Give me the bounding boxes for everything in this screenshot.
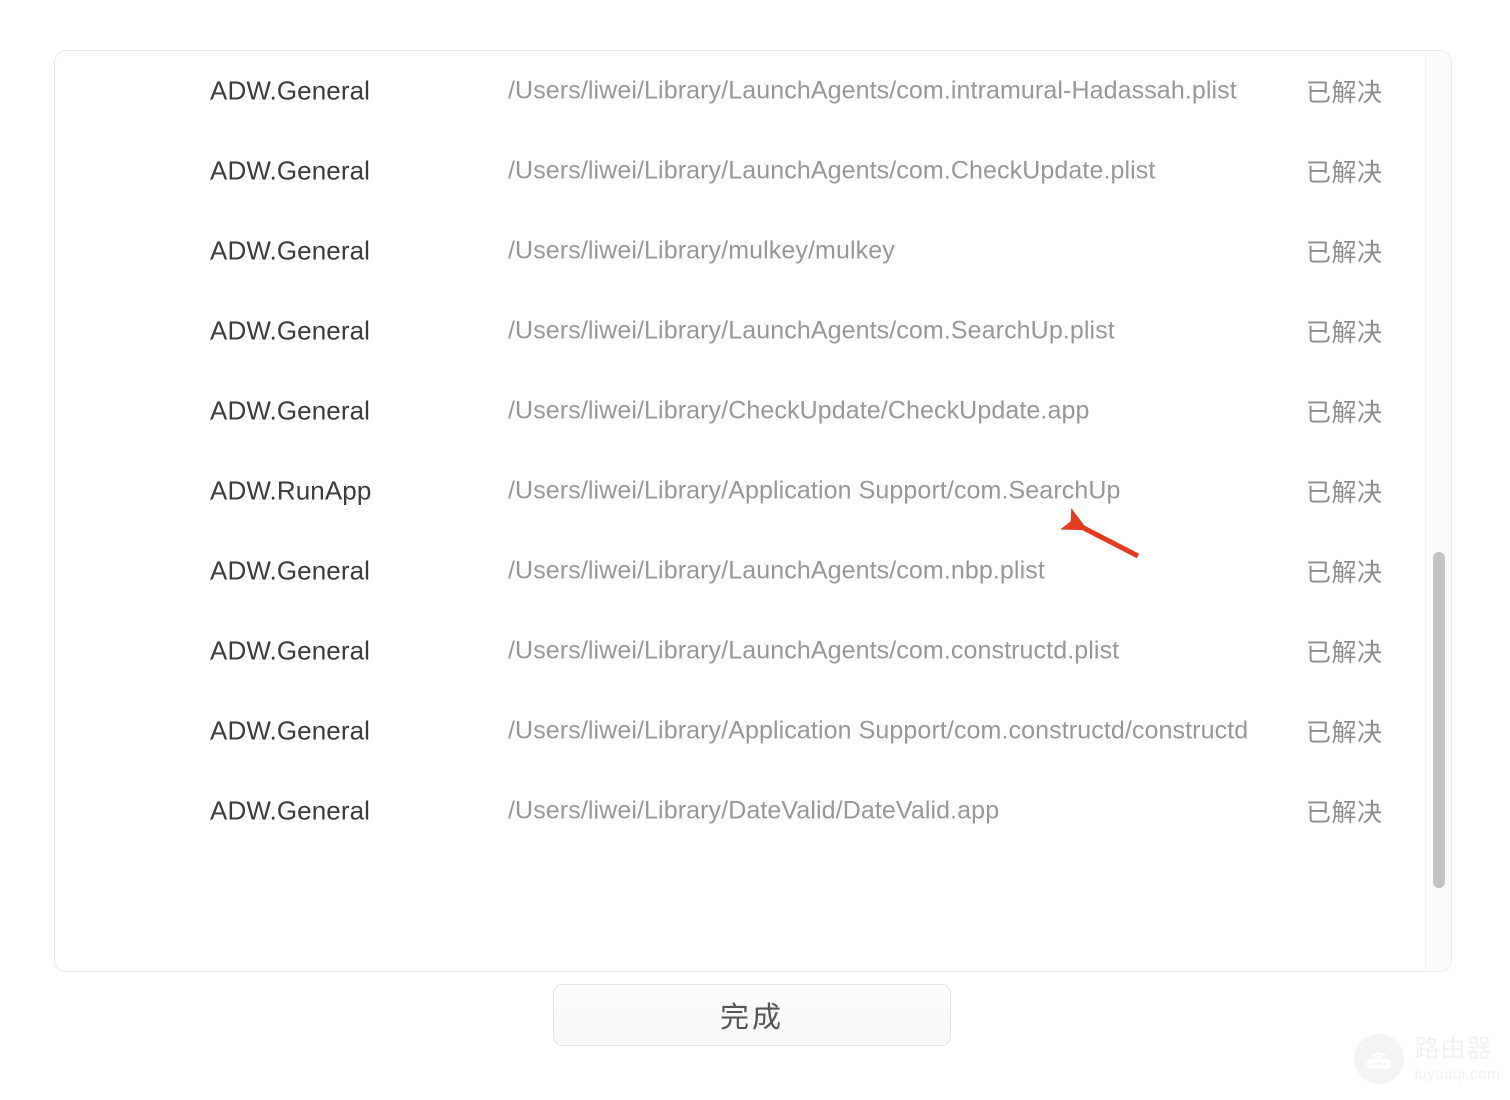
watermark-brand-en: luyouqi.com [1414,1065,1500,1083]
status-badge: 已解决 [1306,159,1383,187]
watermark-brand-cn: 路由器 [1414,1034,1493,1063]
table-row[interactable]: ADW.General /Users/liwei/Library/CheckUp… [55,371,1427,451]
table-row[interactable]: ADW.General /Users/liwei/Library/Applica… [55,691,1427,771]
table-row[interactable]: ADW.RunApp /Users/liwei/Library/Applicat… [55,451,1427,531]
threat-name: ADW.RunApp [210,475,372,506]
threat-path: /Users/liwei/Library/Application Support… [508,716,1249,745]
vertical-scrollbar[interactable] [1425,52,1451,970]
status-badge: 已解决 [1306,799,1383,827]
status-badge: 已解决 [1306,479,1383,507]
threat-path: /Users/liwei/Library/mulkey/mulkey [508,236,895,265]
threat-path: /Users/liwei/Library/LaunchAgents/com.Ch… [508,156,1156,185]
threat-path: /Users/liwei/Library/LaunchAgents/com.nb… [508,556,1045,585]
status-badge: 已解决 [1306,559,1383,587]
status-badge: 已解决 [1306,399,1383,427]
threat-results-card: ADW.General /Users/liwei/Library/LaunchA… [54,50,1452,972]
threat-path: /Users/liwei/Library/Application Support… [508,476,1121,505]
results-scroll-viewport[interactable]: ADW.General /Users/liwei/Library/LaunchA… [55,51,1427,971]
threat-path: /Users/liwei/Library/LaunchAgents/com.Se… [508,316,1115,345]
watermark: 路由器 luyouqi.com [1354,1034,1500,1084]
suspicious-files-section[interactable]: 可疑文件 [55,915,1427,971]
watermark-text: 路由器 luyouqi.com [1414,1034,1500,1083]
table-row[interactable]: ADW.General /Users/liwei/Library/LaunchA… [55,131,1427,211]
threat-path: /Users/liwei/Library/CheckUpdate/CheckUp… [508,396,1090,425]
threat-name: ADW.General [210,635,371,666]
threat-name: ADW.General [210,715,371,746]
status-badge: 已解决 [1306,239,1383,267]
router-icon [1354,1034,1405,1084]
status-badge: 已解决 [1306,319,1383,347]
status-badge: 已解决 [1306,639,1383,667]
scrollbar-thumb[interactable] [1433,552,1445,888]
threat-name: ADW.General [210,315,371,346]
done-button[interactable]: 完成 [553,984,951,1046]
table-row[interactable]: ADW.General /Users/liwei/Library/LaunchA… [55,291,1427,371]
status-badge: 已解决 [1306,719,1383,747]
threat-name: ADW.General [210,555,371,586]
table-row[interactable]: ADW.General /Users/liwei/Library/mulkey/… [55,211,1427,291]
threat-name: ADW.General [210,155,371,186]
status-badge: 已解决 [1306,79,1383,107]
table-row[interactable]: ADW.General /Users/liwei/Library/LaunchA… [55,51,1427,131]
threat-name: ADW.General [210,75,371,106]
threat-name: ADW.General [210,795,371,826]
threat-path: /Users/liwei/Library/LaunchAgents/com.in… [508,76,1237,105]
threat-name: ADW.General [210,235,371,266]
threat-path: /Users/liwei/Library/LaunchAgents/com.co… [508,636,1120,665]
table-row[interactable]: ADW.General /Users/liwei/Library/LaunchA… [55,531,1427,611]
threat-path: /Users/liwei/Library/DateValid/DateValid… [508,796,1000,825]
threat-name: ADW.General [210,395,371,426]
table-row[interactable]: ADW.General /Users/liwei/Library/LaunchA… [55,611,1427,691]
table-row[interactable]: ADW.General /Users/liwei/Library/DateVal… [55,771,1427,851]
threat-row-list: ADW.General /Users/liwei/Library/LaunchA… [55,51,1427,851]
